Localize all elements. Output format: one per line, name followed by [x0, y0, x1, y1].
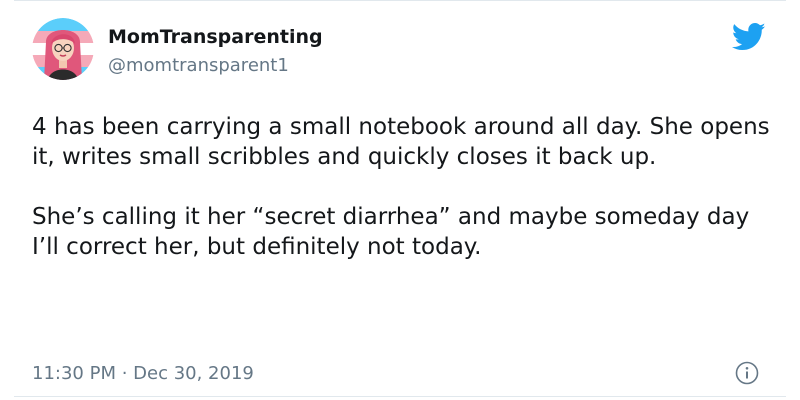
display-name[interactable]: MomTransparenting	[108, 26, 323, 48]
tweet-text: 4 has been carrying a small notebook aro…	[32, 112, 772, 262]
avatar-illustration	[32, 18, 94, 80]
twitter-bird-icon[interactable]	[732, 22, 766, 52]
divider-bottom	[14, 396, 786, 397]
info-icon[interactable]	[735, 361, 759, 385]
tweet-timestamp[interactable]: 11:30 PM · Dec 30, 2019	[32, 363, 254, 384]
avatar[interactable]	[32, 18, 94, 80]
tweet-paragraph: 4 has been carrying a small notebook aro…	[32, 114, 770, 170]
divider-top	[14, 0, 786, 1]
tweet-card: MomTransparenting @momtransparent1 4 has…	[0, 0, 800, 400]
user-handle[interactable]: @momtransparent1	[108, 55, 289, 76]
tweet-paragraph: She’s calling it her “secret diarrhea” a…	[32, 204, 750, 260]
